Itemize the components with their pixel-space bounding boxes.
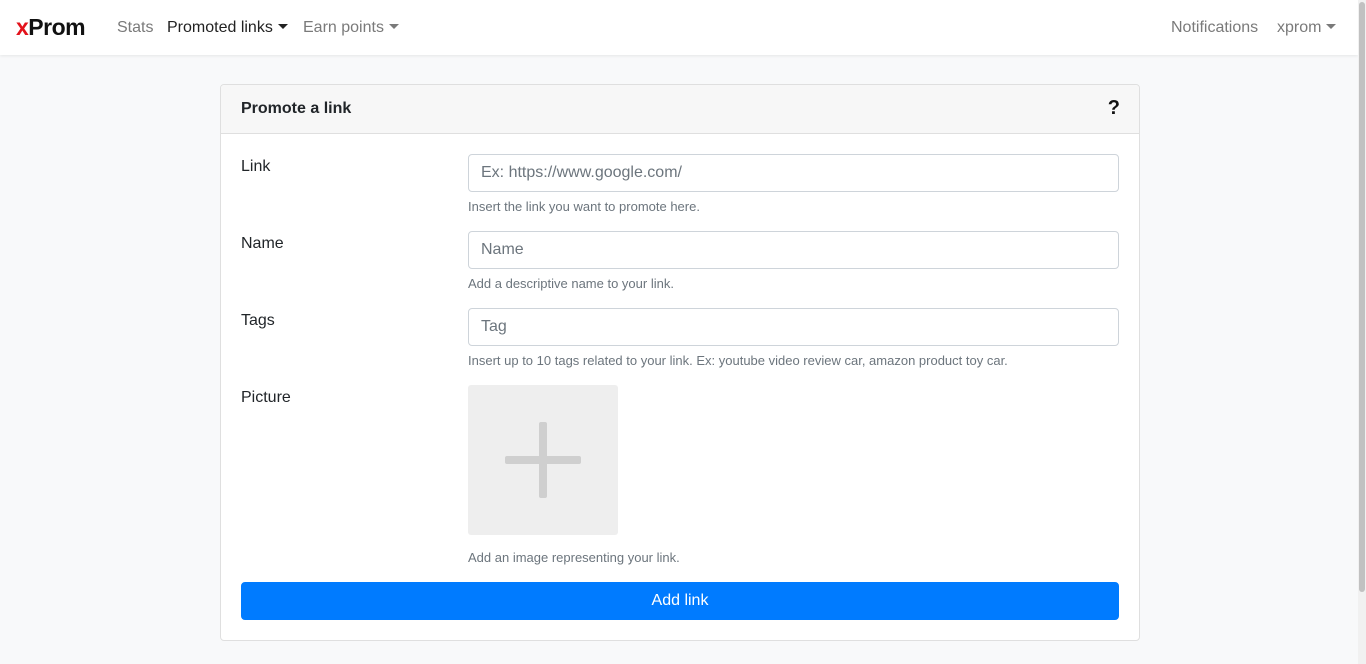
name-help-text: Add a descriptive name to your link. — [468, 276, 674, 291]
nav-user-dropdown[interactable]: xprom — [1277, 18, 1337, 38]
top-navbar: xProm Stats Promoted links Earn points N… — [0, 0, 1358, 55]
tags-label: Tags — [241, 312, 275, 329]
brand-logo-x: x — [16, 14, 29, 40]
nav-user-label: xprom — [1277, 19, 1322, 36]
nav-stats[interactable]: Stats — [117, 18, 153, 38]
add-link-button[interactable]: Add link — [241, 582, 1119, 620]
nav-stats-label: Stats — [117, 19, 154, 36]
nav-promoted-links-label: Promoted links — [167, 19, 273, 36]
link-help-text: Insert the link you want to promote here… — [468, 199, 700, 214]
name-input[interactable] — [468, 231, 1119, 269]
nav-promoted-links-dropdown[interactable]: Promoted links — [167, 18, 288, 38]
tags-input[interactable] — [468, 308, 1119, 346]
help-icon[interactable]: ? — [1108, 97, 1120, 120]
picture-help-text: Add an image representing your link. — [468, 550, 680, 565]
name-label: Name — [241, 235, 284, 252]
nav-notifications[interactable]: Notifications — [1171, 18, 1258, 38]
scrollbar-thumb[interactable] — [1359, 2, 1365, 592]
plus-icon-vertical — [539, 422, 547, 498]
card-title: Promote a link — [241, 100, 352, 117]
picture-upload[interactable] — [468, 385, 618, 535]
caret-down-icon — [1326, 24, 1337, 29]
card-header: Promote a link ? — [221, 85, 1139, 134]
brand-logo[interactable]: xProm — [16, 14, 86, 41]
page-scrollbar[interactable] — [1358, 0, 1366, 664]
link-label: Link — [241, 158, 271, 175]
nav-earn-points-dropdown[interactable]: Earn points — [303, 18, 399, 38]
nav-notifications-label: Notifications — [1171, 19, 1259, 36]
caret-down-icon — [388, 24, 399, 29]
tags-help-text: Insert up to 10 tags related to your lin… — [468, 353, 1008, 368]
caret-down-icon — [277, 24, 288, 29]
link-input[interactable] — [468, 154, 1119, 192]
promote-link-card: Promote a link ? Link Insert the link yo… — [220, 84, 1140, 641]
brand-logo-text: Prom — [28, 14, 86, 40]
nav-earn-points-label: Earn points — [303, 19, 384, 36]
picture-label: Picture — [241, 389, 291, 406]
